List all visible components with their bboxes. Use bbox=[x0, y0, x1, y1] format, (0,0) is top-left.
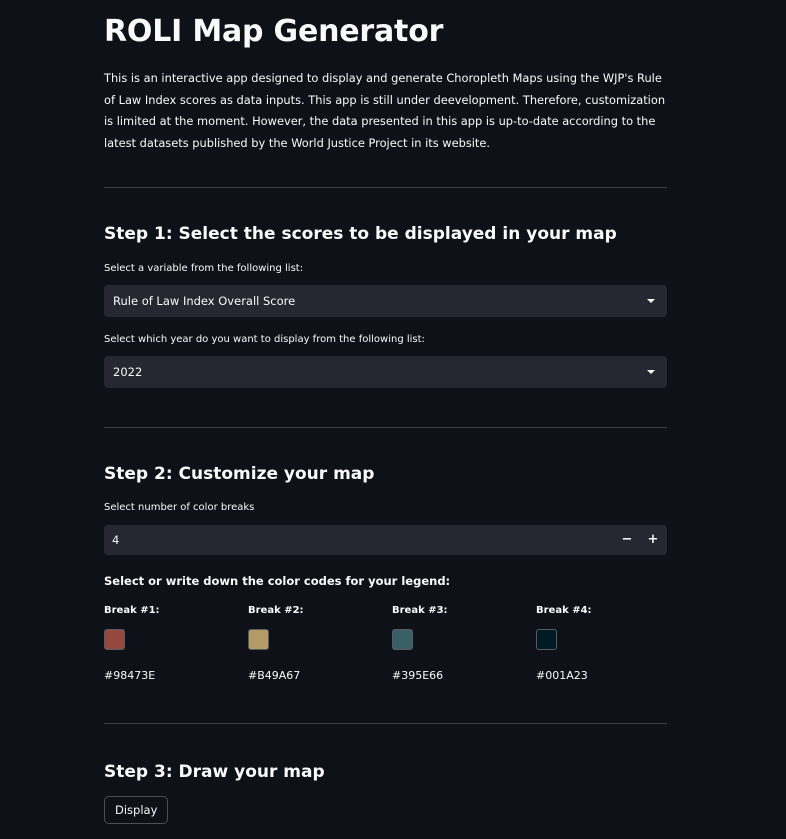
break-label: Break #2: bbox=[248, 605, 304, 616]
color-picker-swatch[interactable] bbox=[248, 629, 269, 650]
break-hex-code: #98473E bbox=[104, 669, 156, 682]
color-picker-swatch[interactable] bbox=[536, 629, 557, 650]
break-hex-code: #001A23 bbox=[536, 669, 588, 682]
year-label: Select which year do you want to display… bbox=[104, 334, 425, 345]
color-picker-swatch[interactable] bbox=[392, 629, 413, 650]
variable-label: Select a variable from the following lis… bbox=[104, 263, 304, 274]
legend-label: Select or write down the color codes for… bbox=[104, 574, 451, 588]
break-hex-code: #B49A67 bbox=[248, 669, 301, 682]
chevron-down-icon bbox=[647, 299, 655, 303]
breaks-number-value: 4 bbox=[112, 533, 120, 547]
breaks-number-input[interactable]: 4 − + bbox=[104, 525, 667, 555]
break-label: Break #1: bbox=[104, 605, 160, 616]
divider bbox=[104, 187, 667, 188]
step1-heading: Step 1: Select the scores to be displaye… bbox=[104, 224, 617, 244]
chevron-down-icon bbox=[647, 370, 655, 374]
variable-select[interactable]: Rule of Law Index Overall Score bbox=[104, 285, 667, 317]
divider bbox=[104, 427, 667, 428]
intro-text: This is an interactive app designed to d… bbox=[104, 71, 666, 150]
break-label: Break #4: bbox=[536, 605, 592, 616]
page-title: ROLI Map Generator bbox=[104, 14, 444, 49]
divider bbox=[104, 723, 667, 724]
step3-heading: Step 3: Draw your map bbox=[104, 762, 325, 782]
increment-button[interactable]: + bbox=[640, 525, 666, 555]
decrement-button[interactable]: − bbox=[614, 525, 640, 555]
year-select[interactable]: 2022 bbox=[104, 356, 667, 388]
step2-heading: Step 2: Customize your map bbox=[104, 464, 375, 484]
display-button[interactable]: Display bbox=[104, 796, 169, 824]
variable-select-value: Rule of Law Index Overall Score bbox=[113, 294, 296, 308]
break-label: Break #3: bbox=[392, 605, 448, 616]
breaks-label: Select number of color breaks bbox=[104, 502, 255, 513]
color-picker-swatch[interactable] bbox=[104, 629, 125, 650]
year-select-value: 2022 bbox=[113, 365, 143, 379]
break-hex-code: #395E66 bbox=[392, 669, 444, 682]
